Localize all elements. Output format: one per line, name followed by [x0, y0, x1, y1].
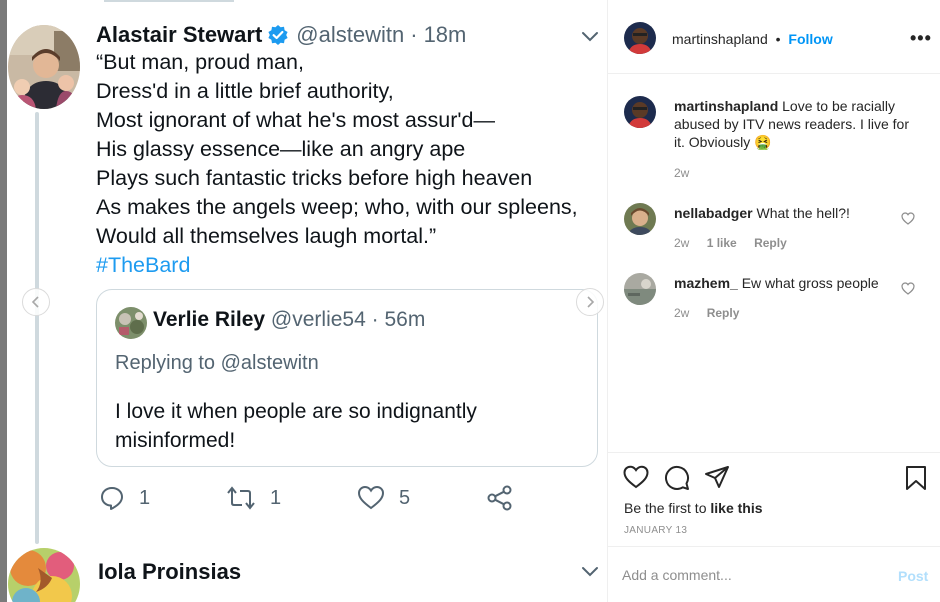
- tweet-line: His glassy essence—like an angry ape: [96, 137, 466, 161]
- chevron-right-icon: [587, 296, 595, 308]
- comment-meta: 2w 1 like Reply: [674, 236, 801, 250]
- like-this-link[interactable]: like this: [710, 500, 762, 516]
- comment-text: mazhem_ Ew what gross people: [674, 275, 879, 291]
- comment-body: Ew what gross people: [741, 275, 879, 291]
- likes-summary: Be the first to like this: [624, 500, 763, 516]
- heart-icon: [357, 485, 385, 510]
- post-button[interactable]: Post: [898, 568, 928, 584]
- quote-author-name[interactable]: Verlie Riley: [153, 308, 265, 331]
- verified-badge-icon: [268, 25, 288, 45]
- chevron-down-icon[interactable]: [579, 560, 601, 582]
- caption-username[interactable]: martinshapland: [674, 98, 778, 114]
- quote-line: misinformed!: [115, 429, 236, 452]
- tweet-text: “But man, proud man, Dress'd in a little…: [96, 48, 578, 280]
- avatar[interactable]: [624, 273, 656, 305]
- comment-username[interactable]: nellabadger: [674, 205, 753, 221]
- add-comment-bar: Post: [608, 546, 940, 602]
- divider: [104, 0, 234, 2]
- avatar[interactable]: [115, 307, 147, 339]
- heart-icon: [901, 212, 915, 225]
- save-button[interactable]: [905, 465, 927, 496]
- like-button[interactable]: 5: [357, 485, 410, 511]
- tweet-line: “But man, proud man,: [96, 50, 304, 74]
- like-button[interactable]: [623, 465, 649, 494]
- author-name[interactable]: Alastair Stewart: [96, 22, 262, 48]
- avatar[interactable]: [624, 22, 656, 54]
- chevron-left-icon: [31, 296, 39, 308]
- post-caption: martinshapland Love to be racially abuse…: [674, 97, 919, 151]
- nauseated-emoji: 🤮: [754, 134, 772, 150]
- avatar[interactable]: [624, 203, 656, 235]
- retweet-icon: [227, 486, 255, 510]
- comment-like-button[interactable]: [901, 212, 915, 230]
- comment-text: nellabadger What the hell?!: [674, 205, 850, 221]
- tweet-line: Dress'd in a little brief authority,: [96, 79, 394, 103]
- like-count: 5: [399, 486, 411, 509]
- comment-button[interactable]: [664, 465, 690, 496]
- comment-meta: 2w Reply: [674, 306, 753, 320]
- more-options-icon[interactable]: •••: [910, 28, 932, 49]
- reply-count: 1: [139, 486, 151, 509]
- post-author: martinshapland • Follow: [672, 31, 833, 47]
- tweet-screenshot: Alastair Stewart @alstewitn · 18m “But m…: [7, 0, 607, 602]
- reply-icon: [101, 487, 123, 510]
- comment-input[interactable]: [622, 563, 892, 587]
- carousel-prev-button[interactable]: [22, 288, 50, 316]
- thread-line: [35, 112, 39, 544]
- comment-icon: [665, 465, 689, 490]
- carousel-next-button[interactable]: [576, 288, 604, 316]
- avatar[interactable]: [8, 548, 80, 602]
- quote-time[interactable]: 56m: [384, 308, 425, 331]
- chevron-down-icon[interactable]: [579, 25, 601, 47]
- retweet-button[interactable]: 1: [226, 485, 281, 511]
- share-icon: [487, 485, 512, 511]
- comment-likes[interactable]: 1 like: [707, 236, 737, 250]
- quote-line: I love it when people are so indignantly: [115, 400, 477, 423]
- reply-button[interactable]: 1: [99, 485, 150, 511]
- heart-icon: [901, 282, 915, 295]
- quote-text: I love it when people are so indignantly…: [115, 397, 477, 455]
- post-date[interactable]: JANUARY 13: [624, 525, 687, 536]
- tweet-line: As makes the angels weep; who, with our …: [96, 195, 578, 219]
- tweet-line: Would all themselves laugh mortal.”: [96, 224, 437, 248]
- comment-body: What the hell?!: [756, 205, 850, 221]
- quoted-tweet[interactable]: Verlie Riley @verlie54 · 56m Replying to…: [96, 289, 598, 467]
- comment-username[interactable]: mazhem_: [674, 275, 738, 291]
- next-tweet-author[interactable]: Iola Proinsias: [98, 559, 241, 585]
- username-link[interactable]: martinshapland: [672, 31, 768, 47]
- likes-prefix: Be the first to: [624, 500, 707, 516]
- tweet-line: Plays such fantastic tricks before high …: [96, 166, 533, 190]
- comment-time[interactable]: 2w: [674, 236, 689, 250]
- window-edge: [0, 0, 7, 602]
- instagram-panel: martinshapland • Follow ••• martinshapla…: [607, 0, 940, 602]
- replying-to: Replying to @alstewitn: [115, 352, 319, 374]
- quote-author-handle[interactable]: @verlie54: [271, 308, 366, 331]
- send-icon: [705, 466, 729, 488]
- tweet-time[interactable]: 18m: [424, 22, 467, 48]
- share-button[interactable]: [486, 485, 528, 511]
- separator-dot: ·: [410, 22, 418, 47]
- tweet-header: Alastair Stewart @alstewitn · 18m: [96, 20, 466, 50]
- bookmark-icon: [906, 466, 926, 490]
- tweet-line: Most ignorant of what he's most assur'd—: [96, 108, 495, 132]
- author-handle[interactable]: @alstewitn: [296, 22, 404, 48]
- share-button[interactable]: [704, 465, 730, 494]
- separator-dot: ·: [371, 308, 379, 331]
- post-header: martinshapland • Follow •••: [608, 0, 940, 74]
- avatar[interactable]: [8, 25, 80, 109]
- quote-author: Verlie Riley @verlie54 · 56m: [153, 308, 425, 332]
- hashtag-link[interactable]: #TheBard: [96, 251, 578, 280]
- reply-button[interactable]: Reply: [707, 306, 740, 320]
- reply-button[interactable]: Reply: [754, 236, 787, 250]
- post-actions: Be the first to like this JANUARY 13: [608, 452, 940, 546]
- heart-icon: [623, 465, 649, 489]
- comment-like-button[interactable]: [901, 282, 915, 300]
- caption-time[interactable]: 2w: [674, 166, 689, 180]
- comment-time[interactable]: 2w: [674, 306, 689, 320]
- follow-button[interactable]: Follow: [788, 31, 832, 47]
- retweet-count: 1: [270, 486, 282, 509]
- separator-dot: •: [775, 31, 781, 47]
- avatar[interactable]: [624, 96, 656, 128]
